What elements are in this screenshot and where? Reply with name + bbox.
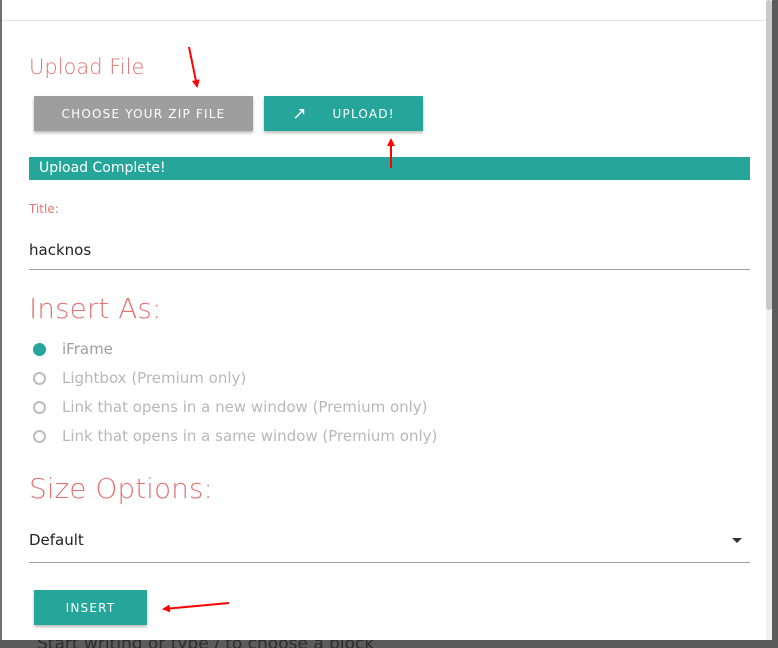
background-editor: Start writing or type / to choose a bloc… bbox=[0, 640, 778, 648]
title-input[interactable] bbox=[29, 230, 750, 270]
upload-button[interactable]: ↗ UPLOAD! bbox=[264, 96, 423, 131]
upload-button-label: UPLOAD! bbox=[332, 106, 395, 121]
size-options-value: Default bbox=[29, 531, 84, 549]
upload-progress-bar: Upload Complete! bbox=[29, 157, 750, 180]
radio-label: Link that opens in a new window (Premium… bbox=[62, 398, 428, 416]
radio-label: iFrame bbox=[62, 340, 113, 358]
caret-down-icon bbox=[732, 538, 742, 543]
radio-checked-icon bbox=[33, 342, 46, 356]
radio-unchecked-icon bbox=[33, 429, 46, 443]
radio-option-iframe[interactable]: iFrame bbox=[33, 339, 113, 359]
editor-placeholder: Start writing or type / to choose a bloc… bbox=[37, 640, 374, 648]
modal-header bbox=[2, 0, 772, 21]
insert-button[interactable]: INSERT bbox=[34, 590, 147, 625]
radio-option-new-window[interactable]: Link that opens in a new window (Premium… bbox=[33, 397, 428, 417]
size-options-select[interactable]: Default bbox=[29, 520, 750, 563]
radio-label: Lightbox (Premium only) bbox=[62, 369, 247, 387]
arrow-up-right-icon: ↗ bbox=[292, 103, 307, 124]
upload-file-heading: Upload File bbox=[29, 55, 145, 79]
upload-status-text: Upload Complete! bbox=[39, 160, 166, 176]
insert-as-heading: Insert As: bbox=[29, 292, 162, 325]
radio-option-same-window[interactable]: Link that opens in a same window (Premiu… bbox=[33, 426, 437, 446]
size-options-heading: Size Options: bbox=[29, 472, 213, 505]
upload-modal: Upload File CHOOSE YOUR ZIP FILE ↗ UPLOA… bbox=[0, 0, 772, 640]
radio-option-lightbox[interactable]: Lightbox (Premium only) bbox=[33, 368, 246, 388]
title-label: Title: bbox=[29, 202, 59, 216]
choose-zip-file-button[interactable]: CHOOSE YOUR ZIP FILE bbox=[34, 96, 253, 131]
radio-unchecked-icon bbox=[33, 400, 46, 414]
radio-label: Link that opens in a same window (Premiu… bbox=[62, 427, 438, 445]
modal-scrollbar[interactable] bbox=[766, 0, 772, 640]
radio-unchecked-icon bbox=[33, 371, 46, 385]
scrollbar-thumb[interactable] bbox=[766, 0, 772, 310]
